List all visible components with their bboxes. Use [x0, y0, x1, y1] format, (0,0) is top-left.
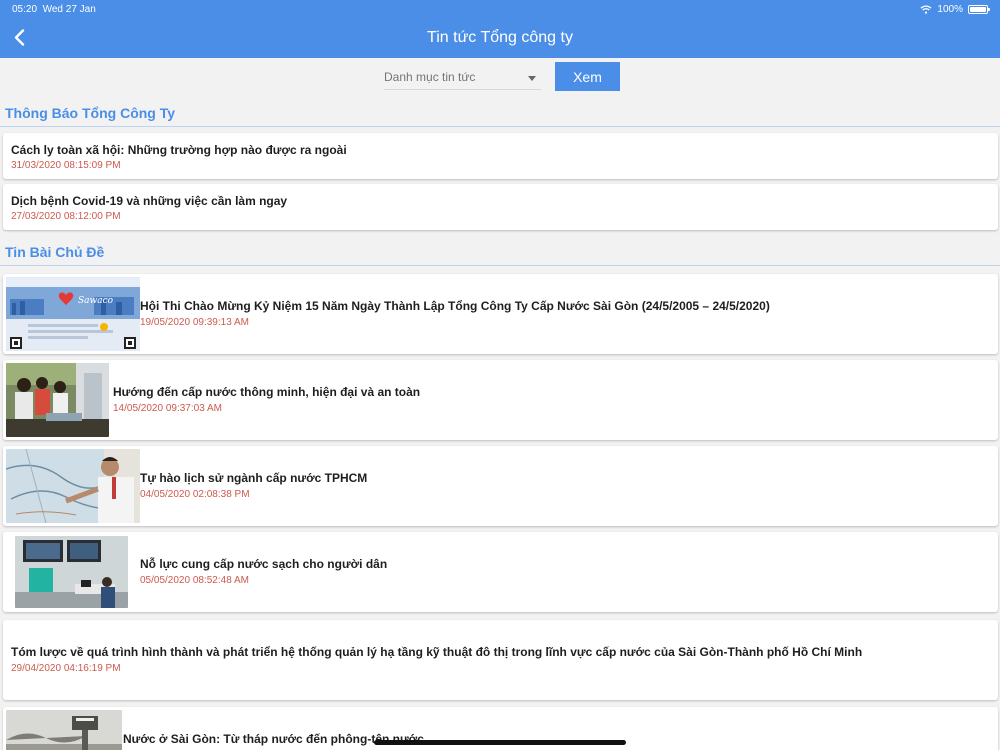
notice-item[interactable]: Cách ly toàn xã hội: Những trường hợp nà… — [3, 133, 998, 179]
article-item[interactable]: Tự hào lịch sử ngành cấp nước TPHCM 04/0… — [3, 446, 998, 526]
filter-row: Danh mục tin tức Xem — [0, 62, 1000, 92]
article-thumbnail — [6, 710, 122, 750]
view-button[interactable]: Xem — [555, 62, 620, 91]
category-dropdown-label: Danh mục tin tức — [384, 70, 476, 84]
article-thumbnail: Sawaco — [6, 277, 140, 351]
article-title: Hướng đến cấp nước thông minh, hiện đại … — [113, 385, 421, 399]
status-clock: 05:20 — [12, 4, 38, 15]
article-thumbnail — [6, 363, 109, 437]
article-title: Nỗ lực cung cấp nước sạch cho người dân — [140, 557, 388, 571]
top-bar: 05:20 Wed 27 Jan 100% Tin tức Tổng công … — [0, 0, 1000, 58]
water-kiosk-photo — [6, 363, 109, 437]
article-date: 04/05/2020 02:08:38 PM — [140, 489, 250, 500]
caret-down-icon — [528, 76, 536, 81]
article-date: 29/04/2020 04:16:19 PM — [11, 663, 121, 674]
notice-item-title: Dịch bệnh Covid-19 và những việc cần làm… — [11, 194, 288, 208]
notice-item-title: Cách ly toàn xã hội: Những trường hợp nà… — [11, 143, 347, 157]
contest-poster-image: Sawaco — [6, 277, 140, 351]
article-title: Hội Thi Chào Mừng Kỷ Niệm 15 Năm Ngày Th… — [140, 299, 770, 313]
status-indicators: 100% — [920, 4, 990, 15]
article-title: Tóm lược về quá trình hình thành và phát… — [11, 645, 863, 659]
article-item[interactable]: Sawaco Hội Thi Chào Mừng Kỷ Niệm 15 Năm … — [3, 274, 998, 354]
notice-item[interactable]: Dịch bệnh Covid-19 và những việc cần làm… — [3, 184, 998, 230]
battery-percent: 100% — [937, 4, 963, 15]
article-item[interactable]: Nỗ lực cung cấp nước sạch cho người dân … — [3, 532, 998, 612]
battery-level — [970, 7, 986, 12]
battery-icon — [968, 5, 990, 14]
article-thumbnail — [15, 536, 128, 608]
section-title-topics: Tin Bài Chủ Đề — [0, 240, 1000, 266]
control-room-photo — [15, 536, 128, 608]
map-presentation-photo — [6, 449, 140, 523]
article-item[interactable]: Tóm lược về quá trình hình thành và phát… — [3, 620, 998, 700]
notice-item-date: 31/03/2020 08:15:09 PM — [11, 160, 121, 171]
page-title: Tin tức Tổng công ty — [427, 29, 573, 46]
article-thumbnail — [6, 449, 140, 523]
water-tower-photo — [6, 710, 122, 750]
notice-item-date: 27/03/2020 08:12:00 PM — [11, 211, 121, 222]
poster-brand-text: Sawaco — [78, 296, 114, 306]
wifi-icon — [920, 5, 932, 14]
home-indicator[interactable] — [374, 740, 626, 745]
section-title-notices: Thông Báo Tổng Công Ty — [0, 101, 1000, 127]
category-dropdown[interactable]: Danh mục tin tức — [384, 66, 541, 90]
article-item[interactable]: Hướng đến cấp nước thông minh, hiện đại … — [3, 360, 998, 440]
article-date: 14/05/2020 09:37:03 AM — [113, 403, 222, 414]
article-date: 05/05/2020 08:52:48 AM — [140, 575, 249, 586]
status-time: 05:20 Wed 27 Jan — [12, 4, 96, 15]
article-title: Tự hào lịch sử ngành cấp nước TPHCM — [140, 471, 368, 485]
status-date: Wed 27 Jan — [42, 4, 96, 15]
article-date: 19/05/2020 09:39:13 AM — [140, 317, 249, 328]
